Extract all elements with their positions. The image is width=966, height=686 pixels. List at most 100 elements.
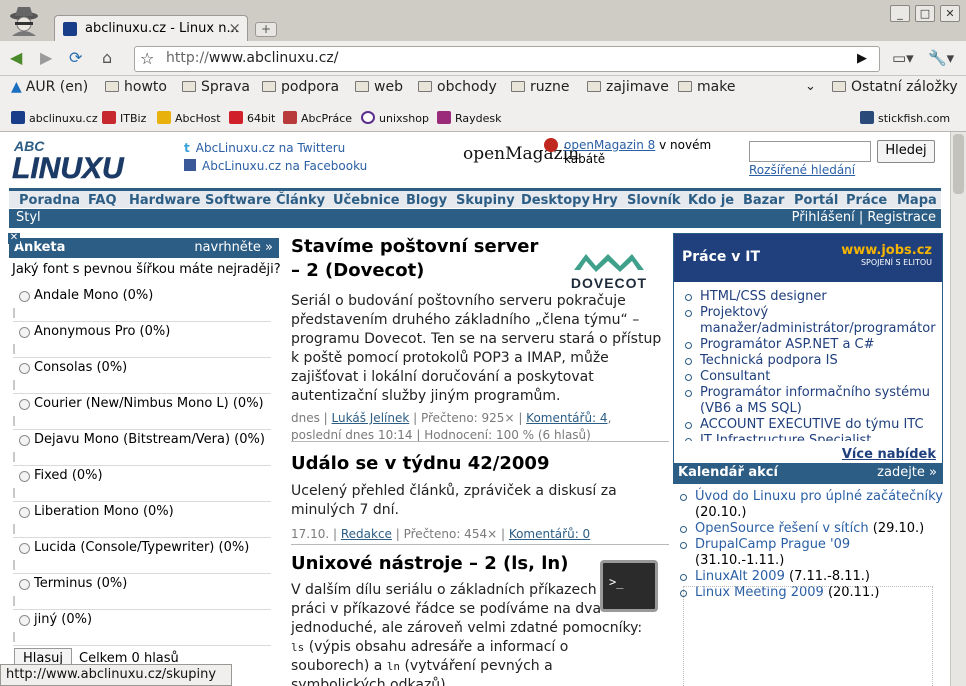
poll-option[interactable]: Lucida (Console/Typewriter) (0%)	[13, 538, 271, 574]
radio-button[interactable]	[19, 543, 30, 554]
bookmark-stickfish[interactable]: stickfish.com	[860, 111, 950, 125]
bookmark-folder-sprava[interactable]: Sprava	[182, 79, 250, 95]
poll-option[interactable]: Anonymous Pro (0%)	[13, 322, 271, 358]
bookmark-abcprace[interactable]: AbcPráce	[283, 111, 352, 125]
job-item[interactable]: IT Infrastructure Specialist	[684, 433, 934, 441]
radio-button[interactable]	[19, 579, 30, 590]
article-title[interactable]: Stavíme poštovní server – 2 (Dovecot)	[291, 235, 551, 283]
radio-button[interactable]	[19, 435, 30, 446]
dovecot-logo-icon[interactable]: DOVECOT	[560, 250, 658, 292]
poll-option[interactable]: Dejavu Mono (Bitstream/Vera) (0%)	[13, 430, 271, 466]
radio-button[interactable]	[19, 507, 30, 518]
bookmark-folder-obchody[interactable]: obchody	[418, 79, 497, 95]
nav-item-faq[interactable]: FAQ	[88, 193, 117, 208]
scrollbar-thumb[interactable]	[953, 134, 964, 194]
radio-button[interactable]	[19, 615, 30, 626]
bookmarks-overflow-chevron-icon[interactable]: ⌄	[805, 79, 816, 94]
login-link[interactable]: Přihlášení	[792, 210, 855, 225]
job-item[interactable]: Programátor informačního systému (VB6 a …	[684, 385, 934, 417]
nav-item-desktopy[interactable]: Desktopy	[521, 193, 590, 208]
nav-item-slovnik[interactable]: Slovník	[627, 193, 681, 208]
bookmark-star-icon[interactable]: ☆	[140, 49, 154, 68]
nav-item-blogy[interactable]: Blogy	[406, 193, 447, 208]
page-menu-icon[interactable]: ▭▾	[892, 49, 914, 67]
submit-event-link[interactable]: zadejte »	[877, 465, 937, 480]
openmagazin-brand[interactable]: openMagazin	[463, 144, 579, 164]
more-jobs-link[interactable]: Více nabídek	[841, 447, 936, 462]
nav-item-poradna[interactable]: Poradna	[19, 193, 80, 208]
home-icon[interactable]: ⌂	[102, 49, 112, 67]
reload-icon[interactable]: ⟳	[69, 49, 82, 67]
bookmark-folder-podpora[interactable]: podpora	[262, 79, 339, 95]
radio-button[interactable]	[19, 363, 30, 374]
nav-item-bazar[interactable]: Bazar	[743, 193, 784, 208]
abclinuxu-logo[interactable]: ABC LINUXU	[12, 138, 147, 182]
comments-link[interactable]: Komentářů: 0	[509, 527, 590, 541]
poll-option[interactable]: Consolas (0%)	[13, 358, 271, 394]
job-item[interactable]: Programátor ASP.NET a C#	[684, 337, 934, 353]
bookmark-64bit[interactable]: 64bit	[229, 111, 275, 125]
style-link[interactable]: Styl	[16, 210, 41, 225]
radio-button[interactable]	[19, 399, 30, 410]
author-link[interactable]: Lukáš Jelínek	[332, 411, 410, 425]
nav-item-hry[interactable]: Hry	[592, 193, 618, 208]
job-item[interactable]: Projektový manažer/administrátor/program…	[684, 305, 936, 337]
register-link[interactable]: Registrace	[867, 210, 936, 225]
bookmark-abclinuxu[interactable]: abclinuxu.cz	[11, 111, 98, 125]
nav-item-mapa[interactable]: Mapa	[897, 193, 937, 208]
radio-button[interactable]	[19, 471, 30, 482]
jobs-cz-logo[interactable]: www.jobs.cz SPOJENÍ S ELITOU	[841, 244, 932, 269]
poll-suggest-link[interactable]: navrhněte »	[194, 240, 273, 255]
search-button[interactable]: Hledej	[877, 140, 935, 163]
advanced-search-link[interactable]: Rozšířené hledání	[749, 163, 855, 177]
address-bar[interactable]: ☆ http://www.abclinuxu.cz/ ▶	[134, 46, 880, 72]
go-arrow-icon[interactable]: ▶	[857, 51, 867, 66]
facebook-link[interactable]: AbcLinuxu.cz na Facebooku	[184, 157, 367, 175]
vertical-scrollbar[interactable]	[950, 132, 966, 686]
new-tab-button[interactable]: +	[255, 22, 277, 37]
bookmark-folder-howto[interactable]: howto	[105, 79, 167, 95]
event-link[interactable]: LinuxAlt 2009	[695, 569, 785, 584]
poll-option[interactable]: Courier (New/Nimbus Mono L) (0%)	[13, 394, 271, 430]
bookmark-abchost[interactable]: AbcHost	[157, 111, 221, 125]
job-item[interactable]: Technická podpora IS	[684, 353, 934, 369]
nav-item-hardware[interactable]: Hardware	[129, 193, 200, 208]
nav-item-software[interactable]: Software	[205, 193, 271, 208]
poll-option[interactable]: Fixed (0%)	[13, 466, 271, 502]
nav-item-skupiny[interactable]: Skupiny	[456, 193, 515, 208]
bookmark-folder-zajimave[interactable]: zajimave	[587, 79, 669, 95]
bookmark-aur[interactable]: ▲ AUR (en)	[11, 79, 88, 95]
nav-item-prace[interactable]: Práce	[846, 193, 887, 208]
twitter-link[interactable]: t AbcLinuxu.cz na Twitteru	[184, 139, 367, 157]
nav-item-portal[interactable]: Portál	[794, 193, 838, 208]
event-link[interactable]: DrupalCamp Prague '09	[695, 537, 850, 552]
radio-button[interactable]	[19, 291, 30, 302]
search-input[interactable]	[749, 141, 871, 162]
bookmark-folder-web[interactable]: web	[355, 79, 403, 95]
poll-option[interactable]: Terminus (0%)	[13, 574, 271, 610]
poll-option[interactable]: Andale Mono (0%)	[13, 286, 271, 322]
radio-button[interactable]	[19, 327, 30, 338]
wrench-menu-icon[interactable]: 🔧▾	[928, 49, 954, 67]
bookmark-itbiz[interactable]: ITBiz	[102, 111, 146, 125]
job-item[interactable]: Consultant	[684, 369, 934, 385]
other-bookmarks[interactable]: Ostatní záložky	[832, 79, 958, 95]
forward-arrow-icon[interactable]: ▶	[40, 49, 52, 67]
bookmark-raydesk[interactable]: Raydesk	[437, 111, 502, 125]
close-window-button[interactable]: ✕	[940, 5, 960, 22]
back-arrow-icon[interactable]: ◀	[10, 49, 22, 67]
event-link[interactable]: Úvod do Linuxu pro úplné začátečníky	[695, 489, 943, 504]
comments-link[interactable]: Komentářů: 4	[526, 411, 607, 425]
bookmark-folder-make[interactable]: make	[678, 79, 735, 95]
nav-item-clanky[interactable]: Články	[276, 193, 325, 208]
bookmark-unixshop[interactable]: unixshop	[361, 111, 429, 125]
job-item[interactable]: ACCOUNT EXECUTIVE do týmu ITC	[684, 417, 934, 433]
close-tab-icon[interactable]: ×	[228, 19, 241, 37]
nav-item-kdo-je[interactable]: Kdo je	[688, 193, 734, 208]
close-poll-icon[interactable]: ✕	[8, 233, 20, 244]
poll-option[interactable]: jiný (0%)	[13, 610, 271, 646]
tab-abclinuxu[interactable]: abclinuxu.cz - Linux n... ×	[54, 15, 248, 42]
poll-option[interactable]: Liberation Mono (0%)	[13, 502, 271, 538]
bookmark-folder-ruzne[interactable]: ruzne	[511, 79, 569, 95]
maximize-button[interactable]: □	[915, 5, 935, 22]
